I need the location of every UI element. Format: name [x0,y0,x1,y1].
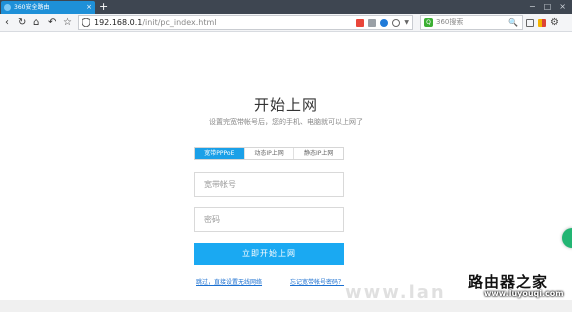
watermark-text: www.lan [345,282,446,303]
shield-icon [82,18,90,27]
page-title: 开始上网 [253,96,318,114]
chevron-down-icon[interactable]: ▼ [404,18,409,27]
favorite-star-icon[interactable]: ☆ [63,14,72,31]
tab-static-ip[interactable]: 静态IP上网 [294,148,343,159]
page-subtitle: 设置完宽带帐号后，您的手机、电脑就可以上网了 [209,118,363,126]
browser-tab-strip: 360安全路由 × + − □ × [0,0,572,14]
grid-icon[interactable] [526,18,534,27]
window-controls: − □ × [529,0,566,14]
tab-title: 360安全路由 [14,4,50,11]
tab-favicon-icon [4,4,11,11]
star-icon[interactable] [392,18,401,27]
bottom-bar [0,300,572,312]
apps-icon[interactable] [538,18,546,27]
right-tools: ⚙ [526,14,559,31]
search-engine-logo-icon: Q [424,18,433,27]
refresh-icon[interactable]: ↻ [18,14,26,31]
browser-toolbar: ‹ ↻ ⌂ ↶ ☆ 192.168.0.1/init/pc_index.html… [0,14,572,32]
undo-icon[interactable]: ↶ [48,14,56,31]
broadband-account-input[interactable] [194,172,344,197]
close-window-icon[interactable]: × [559,0,566,14]
address-path: /init/pc_index.html [142,18,217,27]
start-internet-button[interactable]: 立即开始上网 [194,243,344,265]
tab-pppoe[interactable]: 宽带PPPoE [195,148,245,159]
back-icon[interactable]: ‹ [5,14,9,31]
new-tab-button[interactable]: + [99,0,108,14]
minimize-icon[interactable]: − [529,0,536,14]
search-box[interactable]: Q 360搜索 🔍 [420,15,523,30]
watermark-url: www.luyouqi.com [484,289,564,298]
browser-tab-active[interactable]: 360安全路由 × [1,1,95,14]
password-input[interactable] [194,207,344,232]
home-icon[interactable]: ⌂ [33,14,39,31]
settings-icon[interactable]: ⚙ [550,14,559,31]
search-icon[interactable]: 🔍 [508,16,518,29]
address-bar[interactable]: 192.168.0.1/init/pc_index.html ▼ [78,15,413,30]
floating-assistant-icon[interactable] [562,228,572,248]
tab-close-icon[interactable]: × [86,1,92,14]
address-url[interactable]: 192.168.0.1/init/pc_index.html [94,16,217,29]
tab-dynamic-ip[interactable]: 动态IP上网 [245,148,295,159]
skip-to-wireless-link[interactable]: 跳过，直接设置无线网络 [196,277,262,286]
address-tools: ▼ [356,18,409,27]
address-host: 192.168.0.1 [94,18,143,27]
reader-icon[interactable] [368,18,377,27]
connection-mode-tabs: 宽带PPPoE 动态IP上网 静态IP上网 [194,147,344,160]
ie-icon[interactable] [380,18,389,27]
search-engine-label: 360搜索 [436,18,464,26]
page-icon[interactable] [356,18,365,27]
maximize-icon[interactable]: □ [544,0,552,14]
forgot-account-link[interactable]: 忘记宽带帐号密码？ [290,277,344,286]
